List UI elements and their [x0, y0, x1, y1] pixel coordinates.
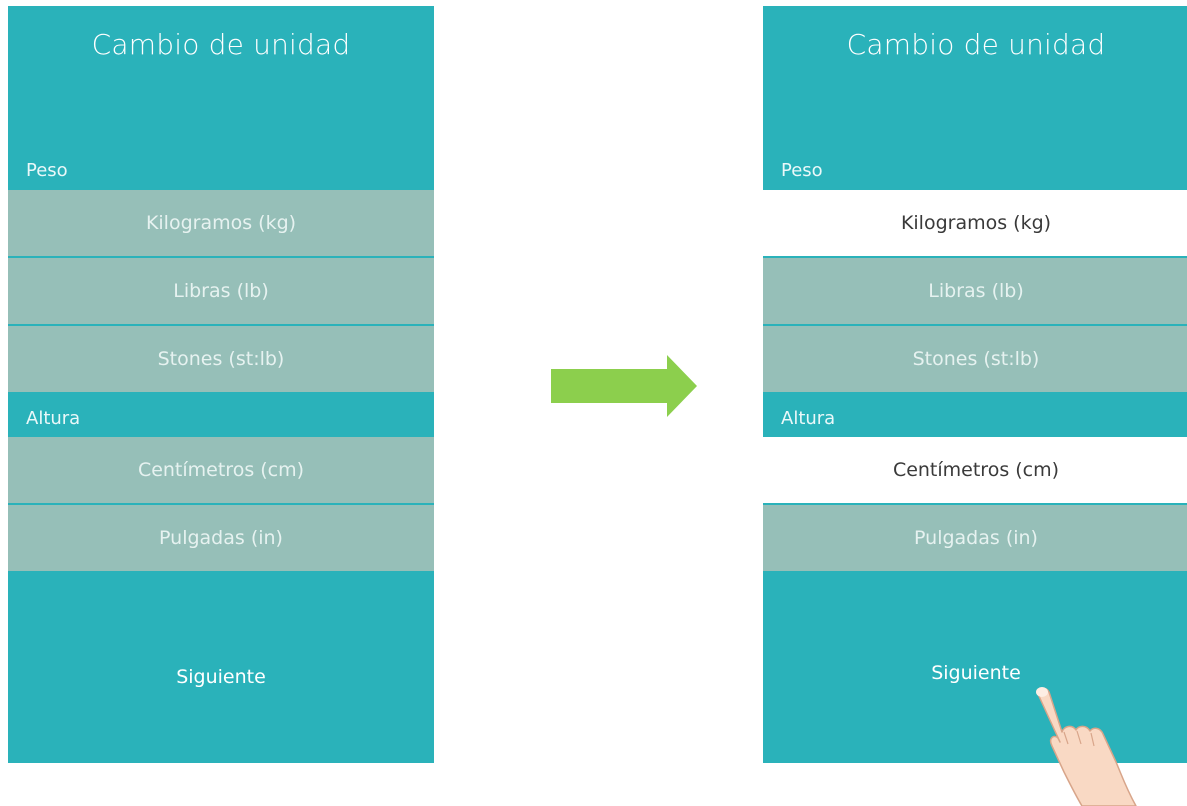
- option-kilogramos[interactable]: Kilogramos (kg): [763, 190, 1187, 258]
- page-title: Cambio de unidad: [846, 28, 1106, 61]
- unit-change-screen-before: Cambio de unidad Peso Kilogramos (kg) Li…: [8, 6, 434, 763]
- section-label-peso: Peso: [26, 160, 68, 181]
- option-centimetros[interactable]: Centímetros (cm): [763, 437, 1187, 505]
- option-kilogramos[interactable]: Kilogramos (kg): [8, 190, 434, 258]
- section-label-altura: Altura: [781, 408, 836, 429]
- pointing-hand-icon: [1036, 687, 1137, 806]
- page-title: Cambio de unidad: [91, 28, 351, 61]
- option-libras[interactable]: Libras (lb): [8, 258, 434, 326]
- option-pulgadas[interactable]: Pulgadas (in): [763, 505, 1187, 573]
- section-label-altura: Altura: [26, 408, 81, 429]
- option-centimetros[interactable]: Centímetros (cm): [8, 437, 434, 505]
- section-label-peso: Peso: [781, 160, 823, 181]
- unit-change-screen-after: Cambio de unidad Peso Kilogramos (kg) Li…: [763, 6, 1187, 763]
- option-stones[interactable]: Stones (st:lb): [763, 326, 1187, 394]
- option-pulgadas[interactable]: Pulgadas (in): [8, 505, 434, 573]
- next-button[interactable]: Siguiente: [763, 662, 1187, 684]
- option-stones[interactable]: Stones (st:lb): [8, 326, 434, 394]
- option-libras[interactable]: Libras (lb): [763, 258, 1187, 326]
- next-button[interactable]: Siguiente: [8, 666, 434, 688]
- arrow-right-icon: [551, 355, 697, 417]
